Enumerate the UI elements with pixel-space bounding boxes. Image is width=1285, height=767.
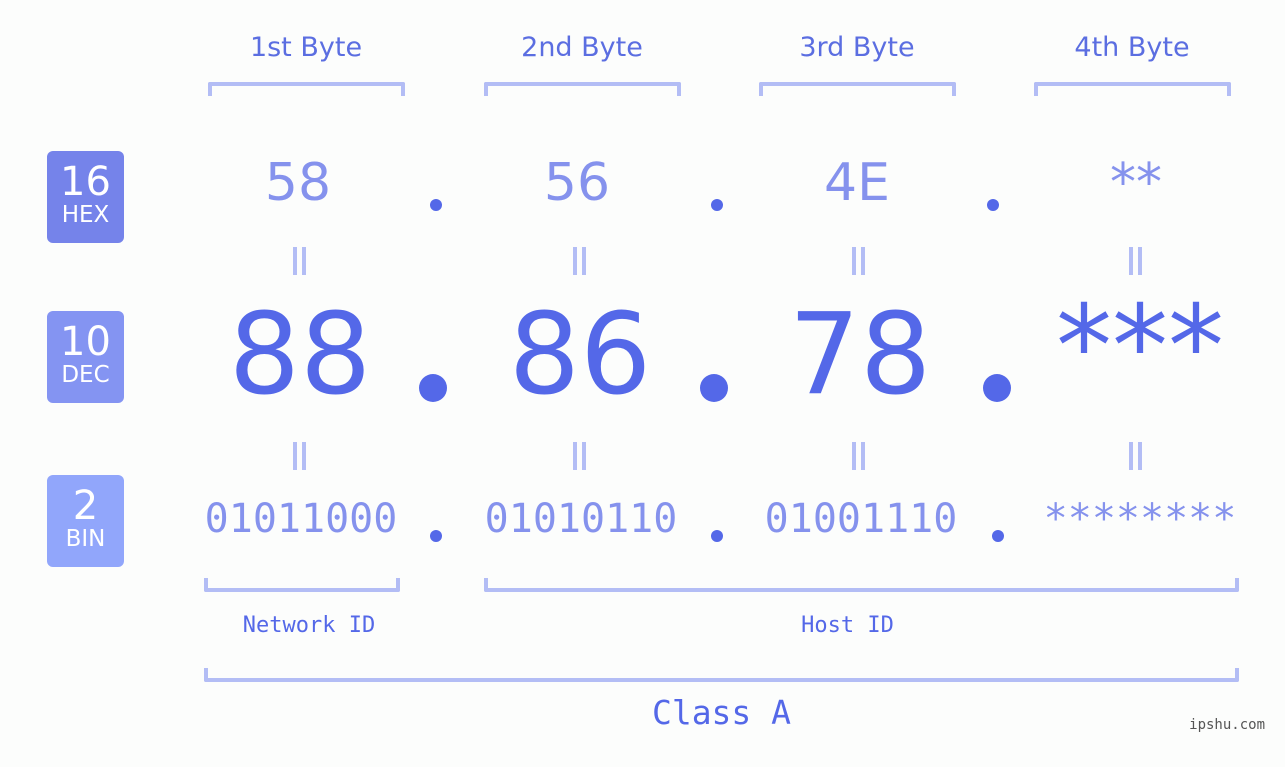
bin-separator-dot [992, 530, 1004, 542]
byte-1-bracket [208, 82, 405, 96]
bin-byte-1: 01011000 [204, 496, 398, 542]
dec-byte-4: *** [1056, 282, 1224, 412]
watermark: ipshu.com [1189, 717, 1265, 733]
dec-separator-dot [983, 374, 1011, 402]
hex-base-label: HEX [61, 202, 110, 228]
bin-base-label: BIN [65, 526, 106, 552]
bin-base-number: 2 [72, 483, 99, 529]
host-id-label: Host ID [801, 613, 894, 638]
hex-separator-dot [987, 199, 999, 211]
hex-separator-dot [711, 199, 723, 211]
hex-byte-4: ** [1110, 153, 1162, 213]
byte-header-2: 2nd Byte [521, 32, 643, 63]
hex-byte-3: 4E [824, 153, 890, 213]
equals-icon [851, 442, 867, 470]
byte-header-3: 3rd Byte [799, 32, 915, 63]
bin-byte-2: 01010110 [484, 496, 678, 542]
dec-byte-2: 86 [508, 290, 652, 420]
hex-badge: 16 HEX [47, 151, 124, 243]
bin-byte-3: 01001110 [764, 496, 958, 542]
equals-icon [572, 442, 588, 470]
ip-class-label: Class A [651, 693, 792, 732]
dec-separator-dot [700, 374, 728, 402]
dec-byte-1: 88 [228, 290, 372, 420]
dec-separator-dot [419, 374, 447, 402]
byte-3-bracket [759, 82, 956, 96]
equals-icon [851, 247, 867, 275]
network-id-label: Network ID [242, 613, 376, 638]
bin-badge: 2 BIN [47, 475, 124, 567]
dec-base-number: 10 [60, 319, 111, 365]
network-id-bracket [204, 578, 400, 592]
dec-base-label: DEC [61, 362, 110, 388]
bin-separator-dot [430, 530, 442, 542]
hex-base-number: 16 [60, 159, 111, 205]
equals-icon [292, 442, 308, 470]
bin-separator-dot [711, 530, 723, 542]
host-id-bracket [484, 578, 1239, 592]
equals-icon [1128, 442, 1144, 470]
bin-byte-4: ******** [1043, 496, 1237, 542]
equals-icon [572, 247, 588, 275]
equals-icon [292, 247, 308, 275]
dec-byte-3: 78 [788, 290, 932, 420]
hex-byte-1: 58 [264, 153, 332, 213]
equals-icon [1128, 247, 1144, 275]
byte-2-bracket [484, 82, 681, 96]
byte-4-bracket [1034, 82, 1231, 96]
hex-byte-2: 56 [543, 153, 611, 213]
class-bracket [204, 668, 1239, 682]
hex-separator-dot [430, 199, 442, 211]
byte-header-1: 1st Byte [249, 32, 363, 63]
byte-header-4: 4th Byte [1074, 32, 1190, 63]
dec-badge: 10 DEC [47, 311, 124, 403]
